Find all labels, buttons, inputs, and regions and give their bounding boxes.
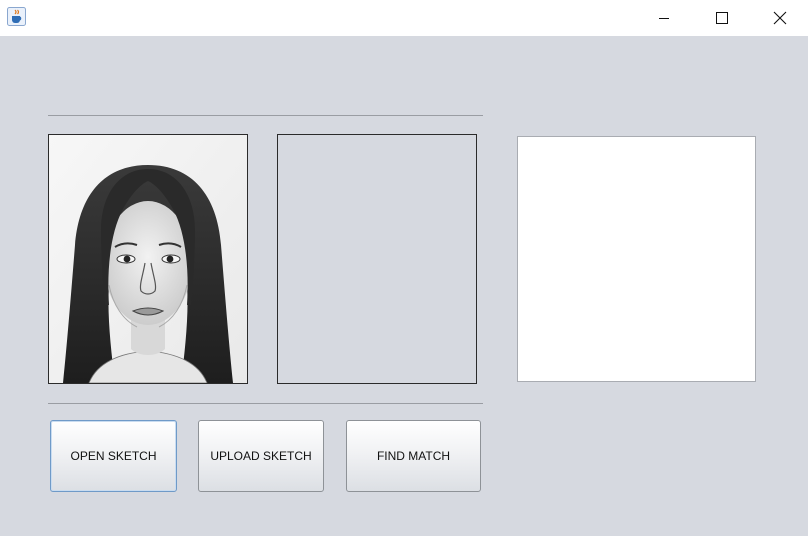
maximize-icon xyxy=(716,12,728,24)
match-output-panel xyxy=(517,136,756,382)
close-button[interactable] xyxy=(751,0,808,36)
minimize-icon xyxy=(658,12,670,24)
sketch-image-panel xyxy=(48,134,248,384)
sketch-portrait-image xyxy=(49,135,247,383)
title-bar xyxy=(0,0,808,36)
upload-sketch-button[interactable]: UPLOAD SKETCH xyxy=(198,420,324,492)
find-match-button[interactable]: FIND MATCH xyxy=(346,420,481,492)
close-icon xyxy=(773,11,787,25)
matched-image-panel xyxy=(277,134,477,384)
java-cup-icon[interactable] xyxy=(7,7,26,26)
top-separator xyxy=(48,115,483,116)
bottom-separator xyxy=(48,403,483,404)
maximize-button[interactable] xyxy=(693,0,751,36)
open-sketch-button[interactable]: OPEN SKETCH xyxy=(50,420,177,492)
minimize-button[interactable] xyxy=(635,0,693,36)
